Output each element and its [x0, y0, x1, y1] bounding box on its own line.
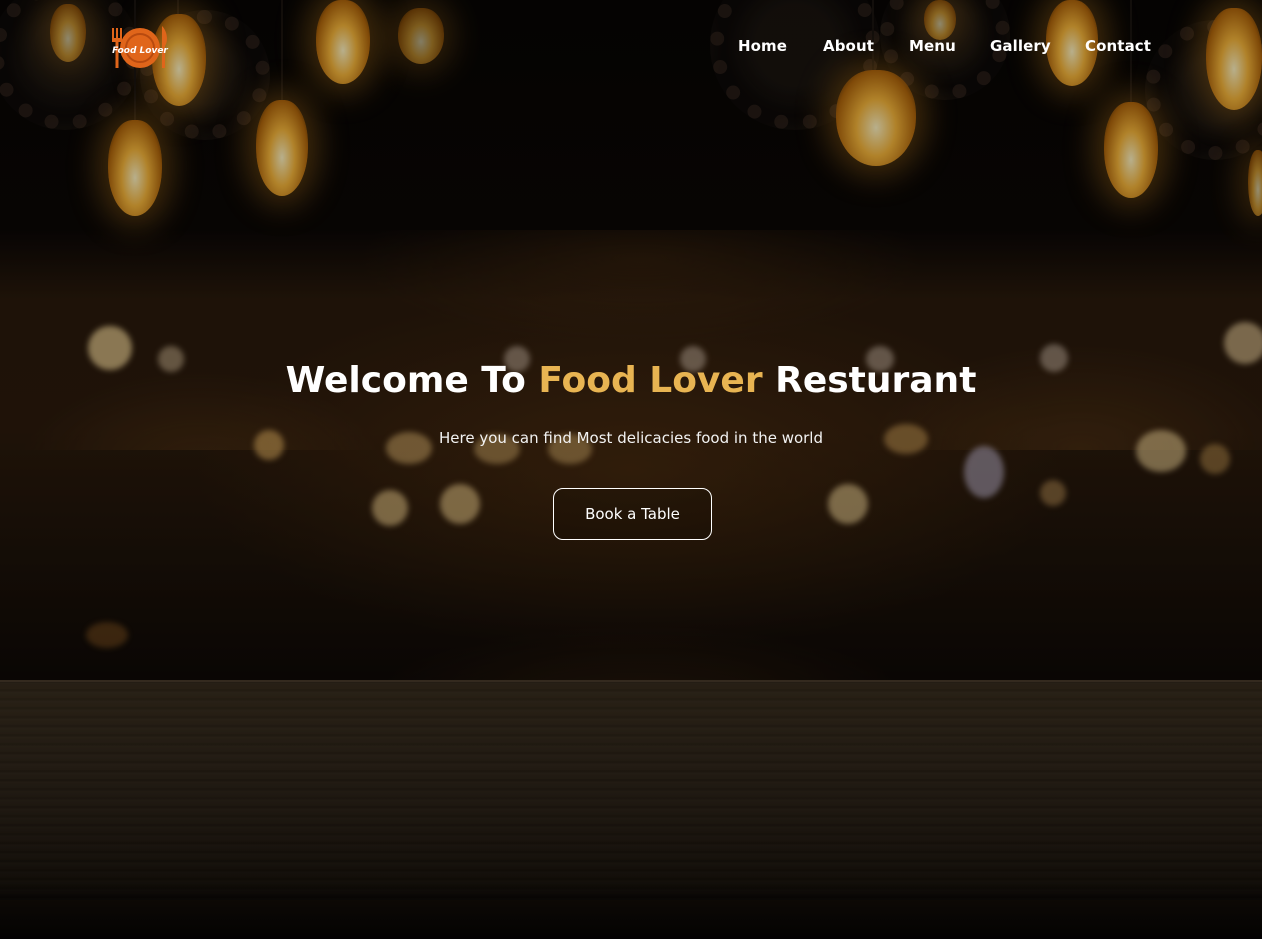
headline-accent: Food Lover [538, 360, 763, 401]
nav-item-about[interactable]: About [823, 37, 874, 55]
nav-item-contact[interactable]: Contact [1085, 37, 1151, 55]
hero-headline: Welcome To Food Lover Resturant [0, 360, 1262, 401]
nav-item-menu[interactable]: Menu [909, 37, 956, 55]
main-nav: Home About Menu Gallery Contact [0, 37, 1262, 57]
book-table-button[interactable]: Book a Table [553, 488, 712, 540]
nav-item-gallery[interactable]: Gallery [990, 37, 1051, 55]
headline-suffix: Resturant [762, 360, 977, 401]
hero-background [0, 0, 1262, 939]
nav-item-home[interactable]: Home [738, 37, 787, 55]
hero-subtitle: Here you can find Most delicacies food i… [438, 429, 824, 447]
hero-overlay [0, 0, 1262, 939]
headline-prefix: Welcome To [285, 360, 539, 401]
